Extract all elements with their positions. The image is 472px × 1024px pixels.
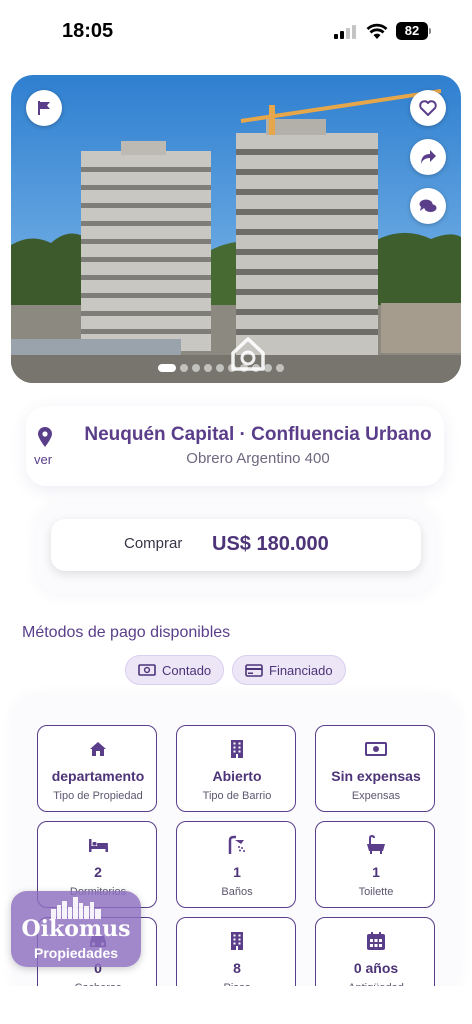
carousel-dot[interactable] bbox=[216, 364, 224, 372]
payment-chip-label: Contado bbox=[162, 662, 212, 678]
share-icon bbox=[421, 150, 436, 164]
property-photo-carousel[interactable] bbox=[11, 75, 461, 383]
status-bar: 18:05 82 bbox=[0, 0, 472, 62]
card-icon bbox=[245, 663, 263, 677]
feature-label: Baños bbox=[221, 886, 253, 898]
location-address: Obrero Argentino 400 bbox=[186, 450, 330, 467]
feature-value: departamento bbox=[51, 768, 145, 784]
bed-icon bbox=[38, 834, 156, 856]
heart-icon bbox=[419, 100, 437, 116]
chat-icon bbox=[419, 199, 437, 212]
brand-logo[interactable]: Oikomus Propiedades bbox=[11, 891, 141, 967]
building-icon bbox=[177, 738, 295, 760]
map-pin-icon[interactable] bbox=[36, 426, 54, 448]
feature-tile: Sin expensas Expensas bbox=[315, 725, 435, 812]
feature-label: Tipo de Barrio bbox=[202, 790, 272, 802]
feature-tile: 1 Toilette bbox=[315, 821, 435, 908]
calendar-icon bbox=[316, 930, 434, 952]
battery-icon: 82 bbox=[396, 22, 428, 40]
price-value: US$ 180.000 bbox=[212, 533, 329, 555]
carousel-dot[interactable] bbox=[180, 364, 188, 372]
carousel-dot[interactable] bbox=[276, 364, 284, 372]
feature-value: 0 años bbox=[353, 960, 399, 976]
cellular-signal-icon bbox=[334, 25, 360, 39]
location-card bbox=[26, 406, 444, 486]
feature-value: 8 bbox=[233, 960, 241, 976]
brand-name: Oikomus bbox=[21, 916, 131, 942]
carousel-dot[interactable] bbox=[228, 364, 236, 372]
home-icon bbox=[38, 738, 156, 760]
share-button[interactable] bbox=[410, 139, 446, 175]
carousel-dot[interactable] bbox=[192, 364, 200, 372]
feature-tile: 1 Baños bbox=[176, 821, 296, 908]
status-time: 18:05 bbox=[62, 20, 114, 42]
feature-label: Toilette bbox=[358, 886, 394, 898]
bathtub-icon bbox=[316, 834, 434, 856]
payment-chip-cash: Contado bbox=[125, 655, 225, 685]
bottom-fade bbox=[0, 986, 472, 1024]
feature-value: Sin expensas bbox=[331, 768, 421, 784]
battery-tip bbox=[429, 28, 431, 34]
payment-chip-label: Financiado bbox=[269, 662, 333, 678]
feature-tile: Abierto Tipo de Barrio bbox=[176, 725, 296, 812]
feature-value: Abierto bbox=[212, 768, 262, 784]
payment-chip-financing: Financiado bbox=[232, 655, 346, 685]
brand-subtitle: Propiedades bbox=[33, 945, 119, 961]
wifi-icon bbox=[366, 23, 388, 39]
money-icon bbox=[316, 738, 434, 760]
feature-tile: departamento Tipo de Propiedad bbox=[37, 725, 157, 812]
chat-button[interactable] bbox=[410, 188, 446, 224]
favorite-button[interactable] bbox=[410, 90, 446, 126]
feature-value: 1 bbox=[372, 864, 380, 880]
cash-icon bbox=[138, 664, 156, 676]
payment-methods-title: Métodos de pago disponibles bbox=[22, 624, 231, 641]
carousel-dot[interactable] bbox=[204, 364, 212, 372]
carousel-dot[interactable] bbox=[158, 364, 176, 372]
feature-value: 2 bbox=[94, 864, 102, 880]
feature-value: 1 bbox=[233, 864, 241, 880]
carousel-dot[interactable] bbox=[240, 364, 248, 372]
location-title: Neuquén Capital · Confluencia Urbano bbox=[84, 424, 432, 445]
feature-label: Tipo de Propiedad bbox=[53, 790, 143, 802]
carousel-indicator bbox=[158, 364, 284, 372]
shower-icon bbox=[177, 834, 295, 856]
flag-icon bbox=[38, 101, 50, 115]
report-flag-button[interactable] bbox=[26, 90, 62, 126]
carousel-dot[interactable] bbox=[264, 364, 272, 372]
view-map-link[interactable]: ver bbox=[34, 452, 52, 467]
operation-label: Comprar bbox=[124, 535, 183, 552]
building-icon bbox=[177, 930, 295, 952]
carousel-dot[interactable] bbox=[252, 364, 260, 372]
feature-label: Expensas bbox=[351, 790, 401, 802]
